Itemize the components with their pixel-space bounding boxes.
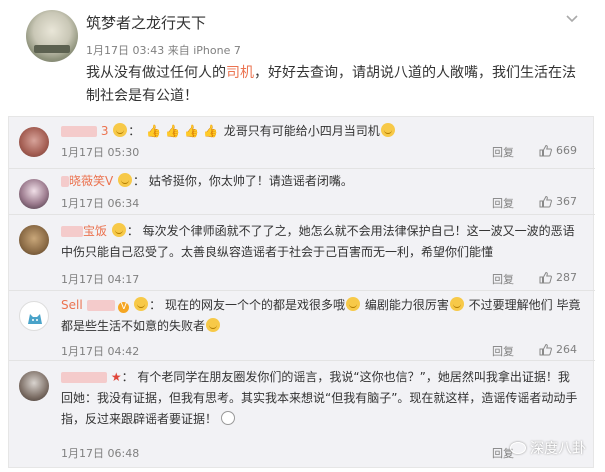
emoji-icon <box>113 123 128 137</box>
comment-item: 宝饭 ： 每次发个律师函就不了了之，她怎么就不会用法律保护自己！这一波又一波的恶… <box>9 215 595 291</box>
emoji-icon <box>346 297 360 311</box>
comment-body: 3 ： 👍 👍 👍 👍 龙哥只有可能给小四月当司机 <box>61 121 581 142</box>
comment-avatar[interactable] <box>19 301 49 331</box>
chevron-down-icon[interactable] <box>566 13 578 25</box>
thumbs-up-icon: 👍 <box>165 124 181 138</box>
post-author[interactable]: 筑梦者之龙行天下 <box>86 12 206 33</box>
weibo-post: 筑梦者之龙行天下 1月17日 03:43 来自 iPhone 7 我从没有做过任… <box>0 0 605 116</box>
thumbs-up-icon: 👍 <box>184 124 199 138</box>
emoji-icon <box>134 297 149 311</box>
emoji-icon <box>206 318 221 332</box>
reply-button[interactable]: 回复 <box>492 271 514 287</box>
emoji-icon <box>449 297 464 311</box>
comment-item: 晓薇笑V ： 姑爷挺你，你太帅了！请造谣者闭嘴。 1月17日 06:34 回复 … <box>9 169 595 215</box>
laugh-emoji-icon <box>220 411 235 425</box>
post-meta: 1月17日 03:43 来自 iPhone 7 <box>86 42 241 58</box>
comment-text: 每次发个律师函就不了了之，她怎么就不会用法律保护自己！这一波又一波的恶语中伤只能… <box>61 224 575 259</box>
comment-time: 1月17日 04:42 <box>61 345 140 358</box>
comment-time: 1月17日 06:48 <box>61 447 140 460</box>
like-count: 264 <box>556 343 577 356</box>
comment-username[interactable]: 3 <box>61 124 108 138</box>
like-icon <box>539 195 552 208</box>
comments-panel: 3 ： 👍 👍 👍 👍 龙哥只有可能给小四月当司机 1月17日 05:30 回复 66… <box>8 116 595 469</box>
emoji-icon <box>118 173 133 187</box>
like-button[interactable]: 669 <box>539 144 577 157</box>
comment-text: 姑爷挺你，你太帅了！请造谣者闭嘴。 <box>148 174 353 188</box>
comment-text: 现在的网友一个个的都是戏很多哦 <box>164 298 345 312</box>
post-device: iPhone 7 <box>193 44 241 57</box>
like-icon <box>539 343 552 356</box>
comment-avatar[interactable] <box>19 371 49 401</box>
emoji-icon <box>111 223 126 237</box>
comment-username[interactable] <box>61 370 107 384</box>
like-button[interactable]: 367 <box>539 195 577 208</box>
wechat-icon <box>510 442 526 454</box>
thumbs-up-icon: 👍 <box>146 124 162 138</box>
comment-username[interactable]: 晓薇笑V <box>61 174 113 188</box>
comment-avatar[interactable] <box>19 179 49 209</box>
comment-text: 龙哥只有可能给小四月当司机 <box>223 124 380 138</box>
like-icon <box>539 271 552 284</box>
like-button[interactable]: 264 <box>539 343 577 356</box>
author-avatar[interactable] <box>26 10 78 62</box>
thumbs-up-icon: 👍 <box>202 124 218 138</box>
highlight-link[interactable]: 司机 <box>226 65 254 81</box>
comment-text: 编剧能力很厉害 <box>364 298 449 312</box>
like-count: 367 <box>556 195 577 208</box>
watermark: 深度八卦 <box>510 438 586 458</box>
comment-username[interactable]: Sell <box>61 298 115 312</box>
reply-button[interactable]: 回复 <box>492 195 514 211</box>
comment-body: 宝饭 ： 每次发个律师函就不了了之，她怎么就不会用法律保护自己！这一波又一波的恶… <box>61 223 575 259</box>
comment-body: Sell V ： 现在的网友一个个的都是戏很多哦 编剧能力很厉害 不过要理解他们… <box>61 297 581 333</box>
comment-item: 3 ： 👍 👍 👍 👍 龙哥只有可能给小四月当司机 1月17日 05:30 回复 66… <box>9 117 595 169</box>
post-text: 我从没有做过任何人的司机，好好去查询，请胡说八道的人敞嘴，我们生活在法制社会是有… <box>86 65 576 104</box>
comment-time: 1月17日 05:30 <box>61 146 140 159</box>
like-icon <box>539 144 552 157</box>
post-date: 1月17日 03:43 <box>86 44 165 57</box>
post-via: 来自 <box>167 44 190 57</box>
like-count: 287 <box>556 271 577 284</box>
cat-icon <box>28 314 42 324</box>
comment-username[interactable]: 宝饭 <box>61 224 107 238</box>
comment-time: 1月17日 04:17 <box>61 273 140 286</box>
comment-item: ★： 有个老同学在朋友圈发你们的谣言，我说“这你也信？”，她居然叫我拿出证据！我… <box>9 361 595 469</box>
reply-button[interactable]: 回复 <box>492 144 514 160</box>
comment-text: 有个老同学在朋友圈发你们的谣言，我说“这你也信？”，她居然叫我拿出证据！我回她：… <box>61 370 578 426</box>
comment-body: ★： 有个老同学在朋友圈发你们的谣言，我说“这你也信？”，她居然叫我拿出证据！我… <box>61 370 578 426</box>
comment-avatar[interactable] <box>19 225 49 255</box>
reply-button[interactable]: 回复 <box>492 343 514 359</box>
comment-time: 1月17日 06:34 <box>61 197 140 210</box>
comment-item: Sell V ： 现在的网友一个个的都是戏很多哦 编剧能力很厉害 不过要理解他们… <box>9 291 595 361</box>
comment-avatar[interactable] <box>19 127 49 157</box>
comment-body: 晓薇笑V ： 姑爷挺你，你太帅了！请造谣者闭嘴。 <box>61 171 581 192</box>
emoji-icon <box>380 123 395 137</box>
verified-badge-icon: V <box>118 302 130 313</box>
like-count: 669 <box>556 144 577 157</box>
like-button[interactable]: 287 <box>539 271 577 284</box>
watermark-text: 深度八卦 <box>530 441 586 457</box>
star-icon: ★ <box>110 370 122 384</box>
